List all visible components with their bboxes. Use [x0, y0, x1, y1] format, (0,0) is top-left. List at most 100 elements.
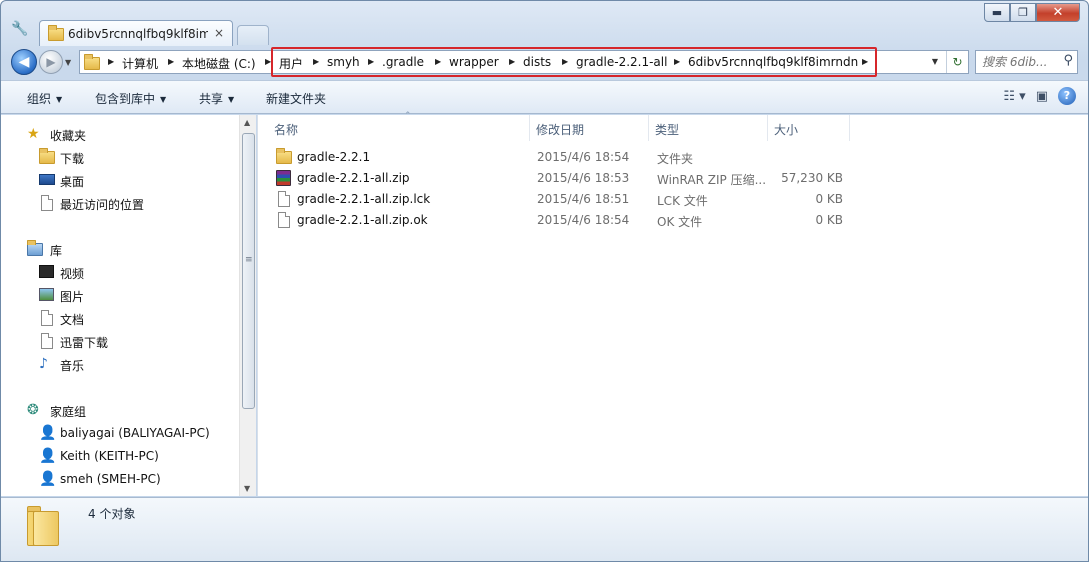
nav-label: 迅雷下载	[60, 336, 109, 350]
chevron-right-icon[interactable]: ▶	[368, 57, 374, 66]
tab-current-folder[interactable]: 6dibv5rcnnqlfbq9klf8im ×	[39, 20, 233, 46]
chevron-right-icon[interactable]: ▶	[435, 57, 441, 66]
close-icon[interactable]: ×	[214, 26, 224, 40]
chevron-right-icon[interactable]: ▶	[108, 57, 114, 66]
organize-menu[interactable]: 组织 ▼	[27, 90, 62, 107]
nav-item-music[interactable]: ♪ 音乐	[1, 354, 239, 374]
star-icon: ★	[27, 126, 40, 142]
file-row[interactable]: gradle-2.2.1-all.zip.lck 2015/4/6 18:51 …	[276, 189, 868, 209]
recent-pages-dropdown[interactable]: ▼	[65, 58, 71, 67]
chevron-right-icon[interactable]: ▶	[674, 57, 680, 66]
close-window-button[interactable]: ✕	[1036, 3, 1080, 22]
new-folder-button[interactable]: 新建文件夹	[266, 90, 326, 107]
scroll-down-icon[interactable]: ▼	[244, 484, 250, 493]
file-name: gradle-2.2.1-all.zip	[297, 171, 410, 185]
breadcrumb-current-folder[interactable]: 6dibv5rcnnqlfbq9klf8imrndn	[688, 55, 858, 69]
nav-label: 家庭组	[50, 405, 87, 419]
file-modified: 2015/4/6 18:54	[537, 213, 630, 227]
chevron-right-icon[interactable]: ▶	[168, 57, 174, 66]
address-history-dropdown[interactable]: ▼	[932, 57, 938, 66]
search-input[interactable]	[982, 54, 1056, 70]
column-header-name[interactable]: 名称 ⌃	[268, 111, 530, 141]
file-modified: 2015/4/6 18:54	[537, 150, 630, 164]
nav-label: 下载	[60, 152, 85, 166]
include-in-library-menu[interactable]: 包含到库中 ▼	[95, 90, 166, 107]
wrench-icon[interactable]: 🔧	[11, 21, 28, 37]
download-library-icon	[39, 333, 55, 349]
search-box[interactable]: ⚲	[975, 50, 1078, 74]
minimize-button[interactable]: ▬	[984, 3, 1010, 22]
folder-icon	[84, 54, 100, 70]
breadcrumb-gradle[interactable]: .gradle	[382, 55, 424, 69]
refresh-icon[interactable]: ↻	[946, 51, 968, 73]
title-bar: 🔧 6dibv5rcnnqlfbq9klf8im × ▬ ❐ ✕	[1, 1, 1088, 46]
breadcrumb-gradle-all[interactable]: gradle-2.2.1-all	[576, 55, 667, 69]
column-header-type[interactable]: 类型	[649, 115, 768, 141]
nav-favorites-header[interactable]: ★ 收藏夹	[1, 124, 239, 144]
breadcrumb-dists[interactable]: dists	[523, 55, 551, 69]
homegroup-icon: ❂	[27, 402, 39, 418]
preview-pane-icon[interactable]: ▣	[1036, 89, 1048, 104]
maximize-button[interactable]: ❐	[1010, 3, 1036, 22]
library-icon	[27, 240, 43, 257]
chevron-right-icon[interactable]: ▶	[313, 57, 319, 66]
nav-item-pictures[interactable]: 图片	[1, 285, 239, 305]
item-count: 4 个对象	[88, 507, 136, 521]
file-size: 0 KB	[815, 192, 843, 206]
view-options-icon[interactable]: ☷ ▾	[1003, 89, 1025, 104]
nav-label: 库	[50, 244, 63, 258]
file-list: 名称 ⌃ 修改日期 类型 大小 gradle-2.2.1 2015/4/6 18…	[257, 111, 1088, 496]
scroll-up-icon[interactable]: ▲	[244, 118, 250, 127]
scrollbar-thumb[interactable]	[242, 133, 255, 409]
file-name: gradle-2.2.1-all.zip.lck	[297, 192, 431, 206]
column-header-label: 名称	[274, 123, 299, 137]
nav-item-desktop[interactable]: 桌面	[1, 170, 239, 190]
nav-item-videos[interactable]: 视频	[1, 262, 239, 282]
address-bar[interactable]: ▶ 计算机 ▶ 本地磁盘 (C:) ▶ 用户 ▶ smyh ▶ .gradle …	[79, 47, 969, 77]
breadcrumb-local-disk[interactable]: 本地磁盘 (C:)	[182, 55, 256, 72]
user-icon: 👤	[39, 425, 57, 441]
nav-item-recent-places[interactable]: 最近访问的位置	[1, 193, 239, 213]
forward-button[interactable]: ▶	[39, 50, 63, 74]
share-label: 共享	[199, 92, 224, 106]
nav-label: 视频	[60, 267, 85, 281]
nav-item-thunder-downloads[interactable]: 迅雷下载	[1, 331, 239, 351]
details-pane: 4 个对象	[1, 497, 1088, 561]
nav-item-documents[interactable]: 文档	[1, 308, 239, 328]
navigation-scrollbar[interactable]: ▲ ≡ ▼	[239, 115, 256, 496]
chevron-right-icon[interactable]: ▶	[862, 57, 868, 66]
chevron-right-icon[interactable]: ▶	[265, 57, 271, 66]
share-menu[interactable]: 共享 ▼	[199, 90, 234, 107]
chevron-right-icon[interactable]: ▶	[509, 57, 515, 66]
column-header-modified[interactable]: 修改日期	[530, 115, 649, 141]
back-button[interactable]: ◀	[11, 49, 37, 75]
file-row[interactable]: gradle-2.2.1-all.zip 2015/4/6 18:53 WinR…	[276, 168, 868, 188]
nav-item-homegroup-user[interactable]: 👤 baliyagai (BALIYAGAI-PC)	[1, 423, 239, 443]
nav-homegroup-header[interactable]: ❂ 家庭组	[1, 400, 239, 420]
file-type: WinRAR ZIP 压缩...	[657, 173, 767, 187]
explorer-window: 🔧 6dibv5rcnnqlfbq9klf8im × ▬ ❐ ✕ ◀ ▶ ▼ ▶…	[0, 0, 1089, 562]
nav-item-homegroup-user[interactable]: 👤 Keith (KEITH-PC)	[1, 446, 239, 466]
chevron-right-icon[interactable]: ▶	[562, 57, 568, 66]
file-modified: 2015/4/6 18:53	[537, 171, 630, 185]
column-header-size[interactable]: 大小	[768, 115, 850, 141]
breadcrumb-wrapper[interactable]: wrapper	[449, 55, 499, 69]
nav-libraries-header[interactable]: 库	[1, 239, 239, 259]
breadcrumb-smyh[interactable]: smyh	[327, 55, 360, 69]
help-icon[interactable]: ?	[1058, 87, 1076, 105]
new-tab-button[interactable]	[237, 25, 269, 45]
nav-item-homegroup-user[interactable]: 👤 smeh (SMEH-PC)	[1, 469, 239, 489]
folder-icon	[276, 148, 292, 165]
breadcrumb-users[interactable]: 用户	[279, 55, 303, 72]
nav-item-downloads[interactable]: 下载	[1, 147, 239, 167]
breadcrumb-computer[interactable]: 计算机	[122, 55, 158, 72]
file-row[interactable]: gradle-2.2.1-all.zip.ok 2015/4/6 18:54 O…	[276, 210, 868, 230]
view-controls: ☷ ▾ ▣ ?	[1003, 87, 1076, 105]
winrar-archive-icon	[276, 170, 292, 186]
folder-icon	[25, 506, 63, 546]
nav-label: smeh (SMEH-PC)	[60, 472, 161, 486]
nav-label: 最近访问的位置	[60, 198, 145, 212]
file-row[interactable]: gradle-2.2.1 2015/4/6 18:54 文件夹	[276, 147, 868, 167]
scrollbar-grip-icon: ≡	[245, 255, 253, 265]
search-icon[interactable]: ⚲	[1063, 53, 1073, 68]
